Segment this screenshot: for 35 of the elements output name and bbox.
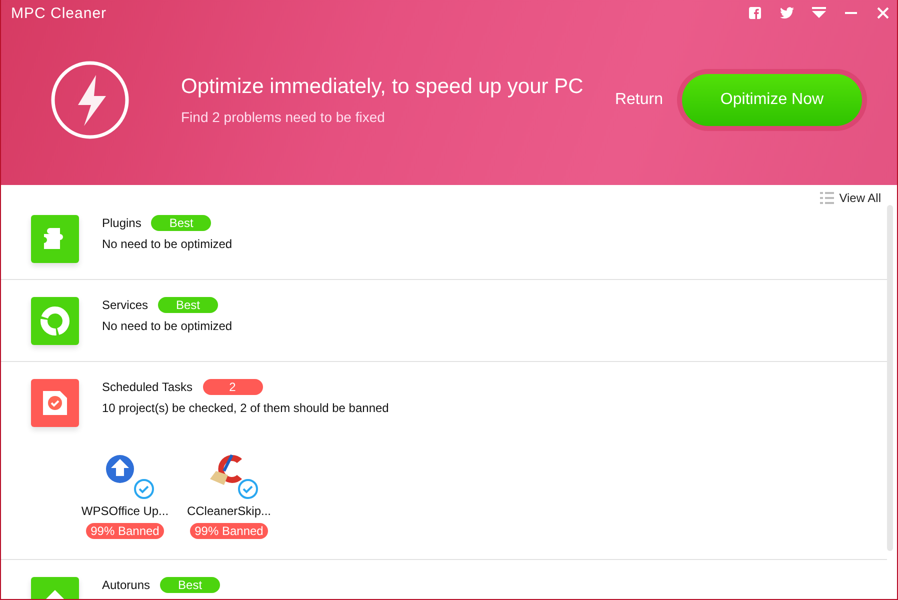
banned-badge: 99% Banned [190,523,268,539]
optimize-now-button[interactable]: Opitimize Now [682,74,862,126]
facebook-icon [749,7,761,19]
status-badge: Best [151,215,212,231]
status-badge: 2 [202,379,263,395]
list-icon [820,192,834,204]
return-link[interactable]: Return [614,90,663,108]
lightning-icon [51,60,129,138]
subline: Find 2 problems need to be fixed [181,108,386,124]
view-all-link[interactable]: View All [820,191,881,205]
category-description: 10 project(s) be checked, 2 of them should be banned [102,401,389,415]
category-name: Autoruns [102,578,150,592]
category-description: No need to be optimized [102,319,232,333]
status-badge: Best [158,297,218,313]
category-name: Plugins [102,216,142,230]
twitter-icon [780,7,794,19]
scrollbar[interactable] [887,205,893,551]
close-icon [877,7,889,19]
task-name: WPSOffice Up... [81,504,169,518]
category-name: Scheduled Tasks [102,380,193,394]
headline: Optimize immediately, to speed up your PC [181,74,584,98]
status-badge: Best [160,577,220,593]
category-description: No need to be optimized [102,237,232,251]
category-name: Services [102,298,148,312]
menu-button[interactable] [811,5,827,21]
ring-chart-icon [39,305,71,337]
facebook-button[interactable] [747,5,763,21]
close-button[interactable] [875,5,891,21]
twitter-button[interactable] [779,5,795,21]
menu-icon [812,7,826,19]
app-logo: MPC Cleaner [11,4,107,22]
task-name: CCleanerSkip... [186,504,272,518]
banned-badge: 99% Banned [86,523,164,539]
task-card-icon [40,388,70,418]
minimize-icon [845,12,857,14]
